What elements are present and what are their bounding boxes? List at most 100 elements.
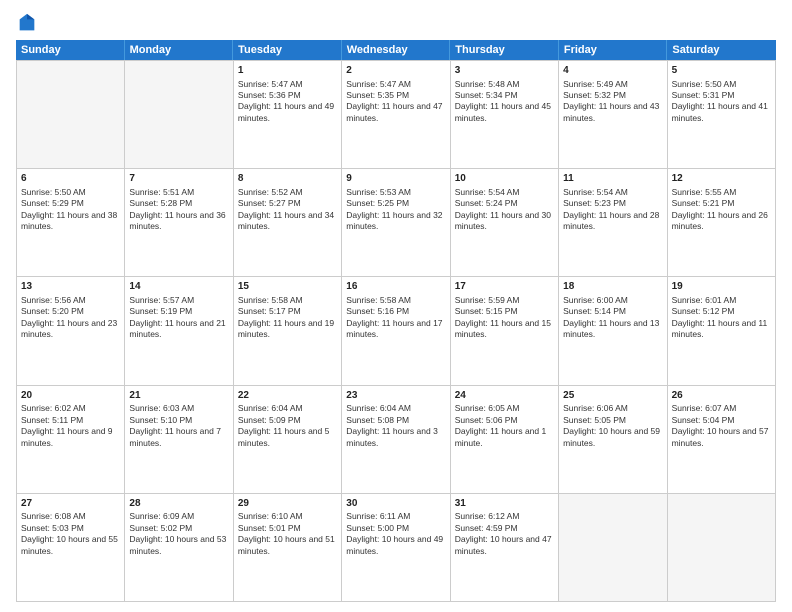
cal-cell: [17, 61, 125, 168]
cal-cell: 17Sunrise: 5:59 AMSunset: 5:15 PMDayligh…: [451, 277, 559, 384]
day-number: 9: [346, 172, 445, 186]
day-number: 31: [455, 497, 554, 511]
cal-cell: 18Sunrise: 6:00 AMSunset: 5:14 PMDayligh…: [559, 277, 667, 384]
daylight-text: Daylight: 10 hours and 53 minutes.: [129, 534, 226, 555]
cal-cell: 23Sunrise: 6:04 AMSunset: 5:08 PMDayligh…: [342, 386, 450, 493]
sunset-text: Sunset: 5:01 PM: [238, 523, 301, 533]
day-number: 17: [455, 280, 554, 294]
daylight-text: Daylight: 11 hours and 36 minutes.: [129, 210, 225, 231]
daylight-text: Daylight: 11 hours and 3 minutes.: [346, 426, 438, 447]
sunset-text: Sunset: 5:06 PM: [455, 415, 518, 425]
sunrise-text: Sunrise: 6:02 AM: [21, 403, 86, 413]
sunset-text: Sunset: 5:17 PM: [238, 306, 301, 316]
cal-cell: 26Sunrise: 6:07 AMSunset: 5:04 PMDayligh…: [668, 386, 776, 493]
day-number: 18: [563, 280, 662, 294]
day-number: 12: [672, 172, 771, 186]
cal-header-thursday: Thursday: [450, 40, 559, 60]
daylight-text: Daylight: 11 hours and 26 minutes.: [672, 210, 768, 231]
daylight-text: Daylight: 10 hours and 49 minutes.: [346, 534, 443, 555]
day-number: 7: [129, 172, 228, 186]
sunset-text: Sunset: 5:14 PM: [563, 306, 626, 316]
day-number: 30: [346, 497, 445, 511]
sunrise-text: Sunrise: 5:51 AM: [129, 187, 194, 197]
sunset-text: Sunset: 5:11 PM: [21, 415, 83, 425]
sunrise-text: Sunrise: 5:59 AM: [455, 295, 520, 305]
cal-header-monday: Monday: [125, 40, 234, 60]
cal-cell: 10Sunrise: 5:54 AMSunset: 5:24 PMDayligh…: [451, 169, 559, 276]
cal-cell: 14Sunrise: 5:57 AMSunset: 5:19 PMDayligh…: [125, 277, 233, 384]
sunset-text: Sunset: 5:23 PM: [563, 198, 626, 208]
cal-cell: 27Sunrise: 6:08 AMSunset: 5:03 PMDayligh…: [17, 494, 125, 601]
sunset-text: Sunset: 5:28 PM: [129, 198, 192, 208]
daylight-text: Daylight: 11 hours and 38 minutes.: [21, 210, 117, 231]
sunset-text: Sunset: 5:05 PM: [563, 415, 626, 425]
day-number: 11: [563, 172, 662, 186]
cal-cell: 20Sunrise: 6:02 AMSunset: 5:11 PMDayligh…: [17, 386, 125, 493]
daylight-text: Daylight: 10 hours and 55 minutes.: [21, 534, 118, 555]
daylight-text: Daylight: 10 hours and 57 minutes.: [672, 426, 769, 447]
day-number: 3: [455, 64, 554, 78]
sunrise-text: Sunrise: 6:04 AM: [346, 403, 411, 413]
sunrise-text: Sunrise: 5:54 AM: [563, 187, 628, 197]
cal-cell: [559, 494, 667, 601]
sunset-text: Sunset: 5:12 PM: [672, 306, 735, 316]
sunrise-text: Sunrise: 5:48 AM: [455, 79, 520, 89]
daylight-text: Daylight: 11 hours and 45 minutes.: [455, 101, 551, 122]
calendar: SundayMondayTuesdayWednesdayThursdayFrid…: [16, 40, 776, 602]
daylight-text: Daylight: 11 hours and 21 minutes.: [129, 318, 225, 339]
daylight-text: Daylight: 10 hours and 59 minutes.: [563, 426, 660, 447]
day-number: 16: [346, 280, 445, 294]
daylight-text: Daylight: 11 hours and 11 minutes.: [672, 318, 768, 339]
cal-cell: 25Sunrise: 6:06 AMSunset: 5:05 PMDayligh…: [559, 386, 667, 493]
daylight-text: Daylight: 11 hours and 13 minutes.: [563, 318, 659, 339]
cal-cell: 7Sunrise: 5:51 AMSunset: 5:28 PM Daylight…: [125, 169, 233, 276]
daylight-text: Daylight: 11 hours and 7 minutes.: [129, 426, 221, 447]
day-number: 21: [129, 389, 228, 403]
cal-cell: 28Sunrise: 6:09 AMSunset: 5:02 PMDayligh…: [125, 494, 233, 601]
cal-cell: 19Sunrise: 6:01 AMSunset: 5:12 PMDayligh…: [668, 277, 776, 384]
daylight-text: Daylight: 11 hours and 47 minutes.: [346, 101, 442, 122]
cal-cell: 22Sunrise: 6:04 AMSunset: 5:09 PMDayligh…: [234, 386, 342, 493]
cal-cell: 31Sunrise: 6:12 AMSunset: 4:59 PMDayligh…: [451, 494, 559, 601]
day-number: 27: [21, 497, 120, 511]
day-number: 14: [129, 280, 228, 294]
sunrise-text: Sunrise: 6:03 AM: [129, 403, 194, 413]
daylight-text: Daylight: 11 hours and 5 minutes.: [238, 426, 330, 447]
cal-cell: 9Sunrise: 5:53 AMSunset: 5:25 PMDaylight…: [342, 169, 450, 276]
day-number: 22: [238, 389, 337, 403]
day-number: 29: [238, 497, 337, 511]
sunset-text: Sunset: 5:35 PM: [346, 90, 409, 100]
cal-cell: [125, 61, 233, 168]
day-number: 15: [238, 280, 337, 294]
day-number: 26: [672, 389, 771, 403]
day-number: 25: [563, 389, 662, 403]
sunset-text: Sunset: 5:08 PM: [346, 415, 409, 425]
cal-cell: 13Sunrise: 5:56 AMSunset: 5:20 PMDayligh…: [17, 277, 125, 384]
cal-cell: 4Sunrise: 5:49 AMSunset: 5:32 PMDaylight…: [559, 61, 667, 168]
cal-week-2: 6Sunrise: 5:50 AMSunset: 5:29 PMDaylight…: [16, 169, 776, 277]
cal-cell: [668, 494, 776, 601]
day-number: 4: [563, 64, 662, 78]
calendar-header-row: SundayMondayTuesdayWednesdayThursdayFrid…: [16, 40, 776, 60]
sunrise-text: Sunrise: 6:12 AM: [455, 511, 520, 521]
cal-cell: 30Sunrise: 6:11 AMSunset: 5:00 PMDayligh…: [342, 494, 450, 601]
sunset-text: Sunset: 5:32 PM: [563, 90, 626, 100]
sunrise-text: Sunrise: 5:47 AM: [346, 79, 411, 89]
sunrise-text: Sunrise: 5:47 AM: [238, 79, 303, 89]
sunset-text: Sunset: 5:10 PM: [129, 415, 192, 425]
cal-cell: 24Sunrise: 6:05 AMSunset: 5:06 PMDayligh…: [451, 386, 559, 493]
sunrise-text: Sunrise: 6:10 AM: [238, 511, 303, 521]
daylight-text: Daylight: 11 hours and 43 minutes.: [563, 101, 659, 122]
header: [16, 12, 776, 34]
cal-cell: 21Sunrise: 6:03 AM Sunset: 5:10 PMDayligh…: [125, 386, 233, 493]
sunrise-text: Sunrise: 6:07 AM: [672, 403, 737, 413]
sunset-text: Sunset: 5:15 PM: [455, 306, 518, 316]
sunrise-text: Sunrise: 5:55 AM: [672, 187, 737, 197]
daylight-text: Daylight: 11 hours and 19 minutes.: [238, 318, 334, 339]
sunset-text: Sunset: 4:59 PM: [455, 523, 518, 533]
cal-header-wednesday: Wednesday: [342, 40, 451, 60]
logo: [16, 12, 40, 34]
sunrise-text: Sunrise: 5:54 AM: [455, 187, 520, 197]
daylight-text: Daylight: 11 hours and 17 minutes.: [346, 318, 442, 339]
sunset-text: Sunset: 5:03 PM: [21, 523, 84, 533]
